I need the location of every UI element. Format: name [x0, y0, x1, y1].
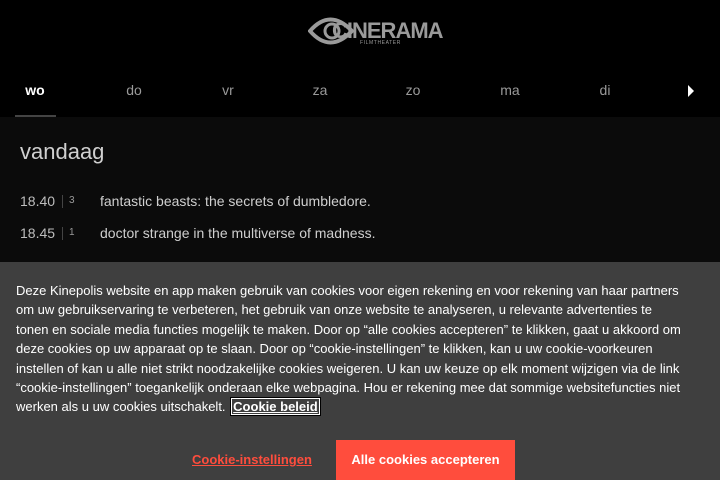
accept-all-cookies-button[interactable]: Alle cookies accepteren [336, 440, 515, 480]
cookie-policy-link[interactable]: Cookie beleid [230, 397, 321, 417]
day-tab-zo[interactable]: zo [393, 82, 433, 98]
day-tab-vr[interactable]: vr [208, 82, 248, 98]
cookie-message: Deze Kinepolis website en app maken gebr… [16, 283, 681, 415]
show-time: 18.45 [20, 225, 56, 241]
day-tab-do[interactable]: do [114, 82, 154, 98]
day-tab-ma[interactable]: ma [490, 82, 530, 98]
show-title[interactable]: doctor strange in the multiverse of madn… [100, 225, 375, 241]
show-time: 18.40 [20, 193, 56, 209]
cinerama-logo[interactable]: CINERAMA FILMTHEATER [307, 10, 444, 52]
show-row[interactable]: 18.45 1 doctor strange in the multiverse… [0, 225, 720, 249]
site-header: CINERAMA FILMTHEATER [0, 0, 720, 64]
divider [62, 227, 63, 240]
cookie-banner: Deze Kinepolis website en app maken gebr… [0, 262, 720, 480]
cookie-text: Deze Kinepolis website en app maken gebr… [16, 281, 686, 417]
day-tab-wo[interactable]: wo [15, 82, 55, 98]
show-room: 1 [69, 227, 75, 238]
show-room: 3 [69, 195, 75, 206]
show-row[interactable]: 18.40 3 fantastic beasts: the secrets of… [0, 193, 720, 217]
divider [62, 195, 63, 208]
show-title[interactable]: fantastic beasts: the secrets of dumbled… [100, 193, 371, 209]
day-tab-za[interactable]: za [300, 82, 340, 98]
day-tab-di[interactable]: di [585, 82, 625, 98]
logo-subtext: FILMTHEATER [360, 40, 401, 46]
cookie-settings-button[interactable]: Cookie-instellingen [192, 450, 312, 469]
chevron-right-icon[interactable] [688, 85, 694, 97]
section-title: vandaag [20, 139, 105, 164]
day-selector: wo do vr za zo ma di [0, 64, 720, 117]
